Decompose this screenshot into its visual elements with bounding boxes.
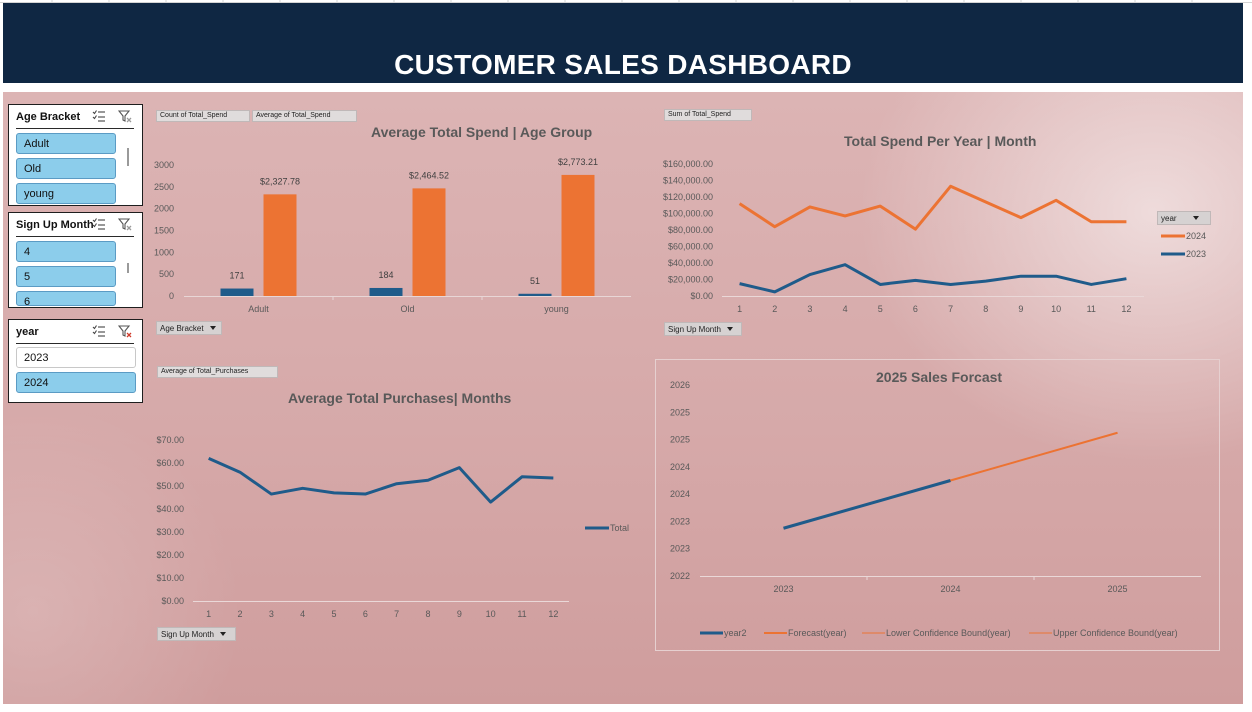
y-tick-label: 2023: [670, 516, 690, 526]
dashboard-sheet: CUSTOMER SALES DASHBOARD Age Bracket Adu…: [0, 0, 1252, 712]
series-line-0: [783, 479, 951, 530]
legend-label: Lower Confidence Bound(year): [886, 628, 1011, 638]
legend-label: Forecast(year): [788, 628, 847, 638]
y-tick-label: 2024: [670, 462, 690, 472]
y-tick-label: 2023: [670, 544, 690, 554]
x-tick-label: 2024: [940, 584, 960, 594]
y-tick-label: 2024: [670, 489, 690, 499]
y-tick-label: 2025: [670, 435, 690, 445]
y-tick-label: 2026: [670, 380, 690, 390]
y-tick-label: 2025: [670, 407, 690, 417]
x-tick-label: 2025: [1107, 584, 1127, 594]
y-tick-label: 2022: [670, 571, 690, 581]
chart-sales-forecast[interactable]: 2022 2023 2023 2024 2024 2025 2025 2026 2023 2024…: [0, 0, 1252, 712]
legend-label: year2: [724, 628, 747, 638]
series-line-3: [950, 432, 1118, 481]
x-tick-label: 2023: [773, 584, 793, 594]
legend-label: Upper Confidence Bound(year): [1053, 628, 1178, 638]
